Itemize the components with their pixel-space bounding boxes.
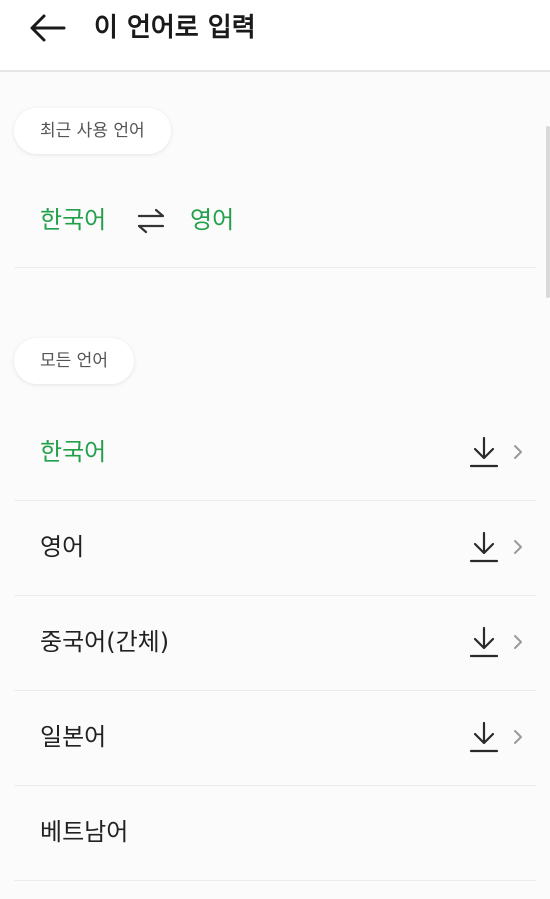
- language-label: 베트남어: [40, 818, 129, 846]
- recent-target-language[interactable]: 영어: [190, 203, 234, 237]
- back-button[interactable]: [22, 8, 74, 48]
- recent-language-pair[interactable]: 한국어 영어: [14, 175, 536, 268]
- chevron-right-icon[interactable]: [512, 537, 524, 557]
- language-list-container[interactable]: 최근 사용 언어 한국어 영어 모든 언어 한국어 영어 중국어(간체) 일본어…: [0, 72, 550, 899]
- chevron-right-icon[interactable]: [512, 632, 524, 652]
- language-label: 중국어(간체): [40, 628, 170, 656]
- recent-languages-label: 최근 사용 언어: [14, 108, 171, 154]
- language-label: 일본어: [40, 723, 107, 751]
- page-title: 이 언어로 입력: [94, 13, 256, 43]
- app-header: 이 언어로 입력: [0, 0, 550, 72]
- download-icon[interactable]: [469, 721, 499, 753]
- language-item-chinese-simplified[interactable]: 중국어(간체): [14, 596, 536, 691]
- language-item-korean[interactable]: 한국어: [14, 406, 536, 501]
- download-icon[interactable]: [469, 436, 499, 468]
- language-label: 한국어: [40, 438, 107, 466]
- download-icon[interactable]: [469, 626, 499, 658]
- language-item-vietnamese[interactable]: 베트남어: [14, 786, 536, 881]
- download-icon[interactable]: [469, 531, 499, 563]
- arrow-left-icon: [30, 14, 66, 42]
- chevron-right-icon[interactable]: [512, 442, 524, 462]
- chevron-right-icon[interactable]: [512, 727, 524, 747]
- scrollbar-thumb[interactable]: [546, 126, 550, 298]
- language-item-japanese[interactable]: 일본어: [14, 691, 536, 786]
- swap-arrows-icon[interactable]: [136, 207, 166, 235]
- language-item-english[interactable]: 영어: [14, 501, 536, 596]
- language-label: 영어: [40, 533, 85, 561]
- recent-source-language[interactable]: 한국어: [40, 203, 106, 237]
- all-languages-label: 모든 언어: [14, 338, 134, 384]
